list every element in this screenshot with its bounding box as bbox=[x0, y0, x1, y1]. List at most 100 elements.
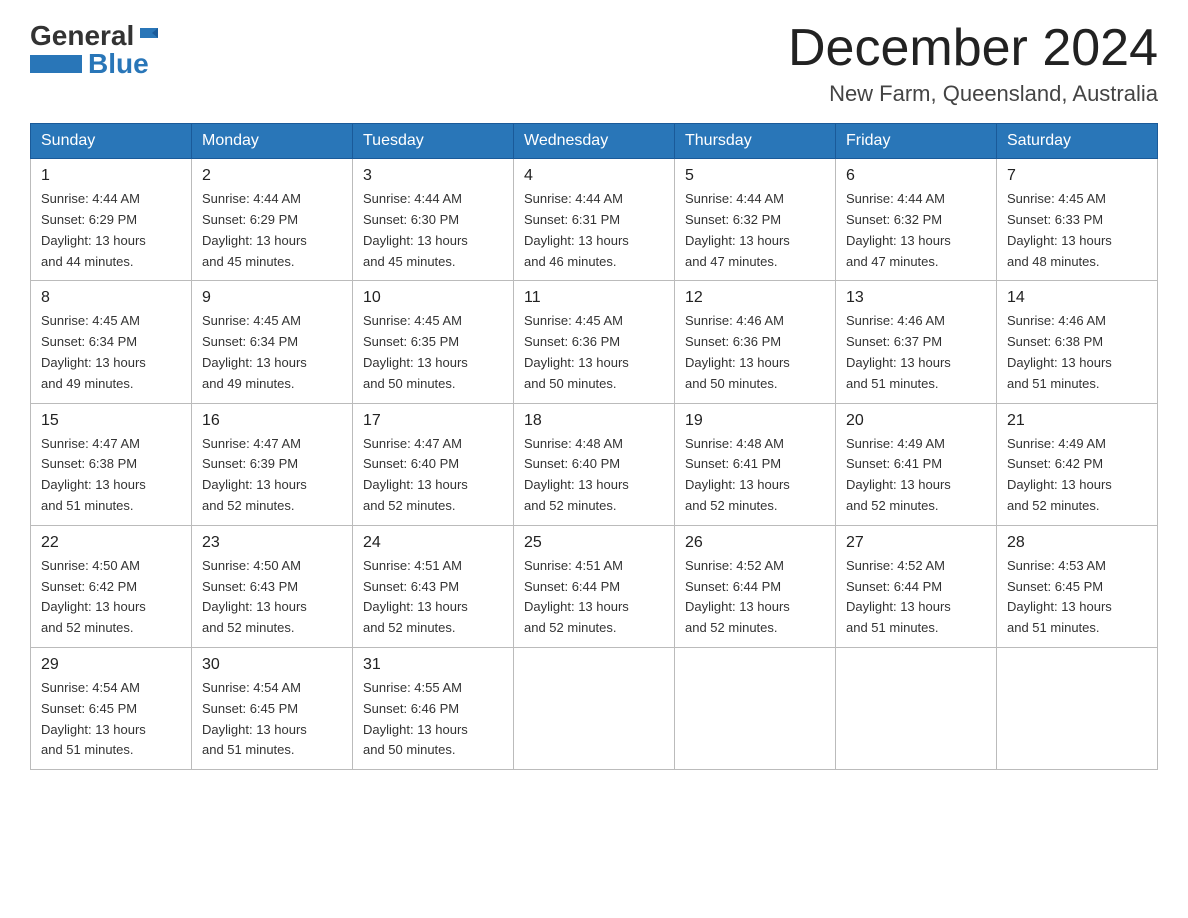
logo: General Blue bbox=[30, 20, 160, 80]
logo-flag bbox=[138, 24, 160, 51]
day-cell: 3 Sunrise: 4:44 AM Sunset: 6:30 PM Dayli… bbox=[353, 159, 514, 281]
day-cell bbox=[836, 647, 997, 769]
day-cell: 1 Sunrise: 4:44 AM Sunset: 6:29 PM Dayli… bbox=[31, 159, 192, 281]
day-cell: 30 Sunrise: 4:54 AM Sunset: 6:45 PM Dayl… bbox=[192, 647, 353, 769]
day-cell: 25 Sunrise: 4:51 AM Sunset: 6:44 PM Dayl… bbox=[514, 525, 675, 647]
day-cell: 6 Sunrise: 4:44 AM Sunset: 6:32 PM Dayli… bbox=[836, 159, 997, 281]
col-header-friday: Friday bbox=[836, 124, 997, 159]
day-number: 11 bbox=[524, 289, 664, 307]
day-number: 12 bbox=[685, 289, 825, 307]
day-number: 2 bbox=[202, 167, 342, 185]
day-cell: 31 Sunrise: 4:55 AM Sunset: 6:46 PM Dayl… bbox=[353, 647, 514, 769]
day-number: 5 bbox=[685, 167, 825, 185]
day-number: 16 bbox=[202, 412, 342, 430]
day-number: 27 bbox=[846, 534, 986, 552]
day-info: Sunrise: 4:52 AM Sunset: 6:44 PM Dayligh… bbox=[846, 556, 986, 639]
day-cell: 21 Sunrise: 4:49 AM Sunset: 6:42 PM Dayl… bbox=[997, 403, 1158, 525]
day-number: 26 bbox=[685, 534, 825, 552]
day-cell: 14 Sunrise: 4:46 AM Sunset: 6:38 PM Dayl… bbox=[997, 281, 1158, 403]
day-cell: 10 Sunrise: 4:45 AM Sunset: 6:35 PM Dayl… bbox=[353, 281, 514, 403]
day-info: Sunrise: 4:52 AM Sunset: 6:44 PM Dayligh… bbox=[685, 556, 825, 639]
day-number: 29 bbox=[41, 656, 181, 674]
day-number: 18 bbox=[524, 412, 664, 430]
day-cell bbox=[514, 647, 675, 769]
day-info: Sunrise: 4:45 AM Sunset: 6:34 PM Dayligh… bbox=[202, 311, 342, 394]
day-cell: 20 Sunrise: 4:49 AM Sunset: 6:41 PM Dayl… bbox=[836, 403, 997, 525]
day-info: Sunrise: 4:44 AM Sunset: 6:29 PM Dayligh… bbox=[41, 189, 181, 272]
day-number: 22 bbox=[41, 534, 181, 552]
day-info: Sunrise: 4:46 AM Sunset: 6:38 PM Dayligh… bbox=[1007, 311, 1147, 394]
day-cell: 17 Sunrise: 4:47 AM Sunset: 6:40 PM Dayl… bbox=[353, 403, 514, 525]
day-info: Sunrise: 4:50 AM Sunset: 6:43 PM Dayligh… bbox=[202, 556, 342, 639]
day-info: Sunrise: 4:47 AM Sunset: 6:40 PM Dayligh… bbox=[363, 434, 503, 517]
day-number: 15 bbox=[41, 412, 181, 430]
day-cell: 12 Sunrise: 4:46 AM Sunset: 6:36 PM Dayl… bbox=[675, 281, 836, 403]
day-info: Sunrise: 4:44 AM Sunset: 6:32 PM Dayligh… bbox=[846, 189, 986, 272]
day-info: Sunrise: 4:46 AM Sunset: 6:36 PM Dayligh… bbox=[685, 311, 825, 394]
day-info: Sunrise: 4:44 AM Sunset: 6:31 PM Dayligh… bbox=[524, 189, 664, 272]
day-info: Sunrise: 4:46 AM Sunset: 6:37 PM Dayligh… bbox=[846, 311, 986, 394]
day-number: 7 bbox=[1007, 167, 1147, 185]
day-number: 9 bbox=[202, 289, 342, 307]
col-header-thursday: Thursday bbox=[675, 124, 836, 159]
day-cell: 15 Sunrise: 4:47 AM Sunset: 6:38 PM Dayl… bbox=[31, 403, 192, 525]
col-header-wednesday: Wednesday bbox=[514, 124, 675, 159]
week-row-4: 22 Sunrise: 4:50 AM Sunset: 6:42 PM Dayl… bbox=[31, 525, 1158, 647]
day-cell: 7 Sunrise: 4:45 AM Sunset: 6:33 PM Dayli… bbox=[997, 159, 1158, 281]
day-cell: 29 Sunrise: 4:54 AM Sunset: 6:45 PM Dayl… bbox=[31, 647, 192, 769]
day-info: Sunrise: 4:45 AM Sunset: 6:34 PM Dayligh… bbox=[41, 311, 181, 394]
page-header: General Blue December 2024 New Farm, Que… bbox=[30, 20, 1158, 107]
day-cell: 18 Sunrise: 4:48 AM Sunset: 6:40 PM Dayl… bbox=[514, 403, 675, 525]
day-number: 4 bbox=[524, 167, 664, 185]
day-info: Sunrise: 4:50 AM Sunset: 6:42 PM Dayligh… bbox=[41, 556, 181, 639]
day-cell: 11 Sunrise: 4:45 AM Sunset: 6:36 PM Dayl… bbox=[514, 281, 675, 403]
day-cell: 27 Sunrise: 4:52 AM Sunset: 6:44 PM Dayl… bbox=[836, 525, 997, 647]
day-cell: 28 Sunrise: 4:53 AM Sunset: 6:45 PM Dayl… bbox=[997, 525, 1158, 647]
day-cell: 16 Sunrise: 4:47 AM Sunset: 6:39 PM Dayl… bbox=[192, 403, 353, 525]
day-info: Sunrise: 4:49 AM Sunset: 6:42 PM Dayligh… bbox=[1007, 434, 1147, 517]
day-cell: 2 Sunrise: 4:44 AM Sunset: 6:29 PM Dayli… bbox=[192, 159, 353, 281]
day-info: Sunrise: 4:44 AM Sunset: 6:29 PM Dayligh… bbox=[202, 189, 342, 272]
day-info: Sunrise: 4:44 AM Sunset: 6:30 PM Dayligh… bbox=[363, 189, 503, 272]
day-info: Sunrise: 4:45 AM Sunset: 6:35 PM Dayligh… bbox=[363, 311, 503, 394]
day-cell: 4 Sunrise: 4:44 AM Sunset: 6:31 PM Dayli… bbox=[514, 159, 675, 281]
day-number: 13 bbox=[846, 289, 986, 307]
day-number: 31 bbox=[363, 656, 503, 674]
day-info: Sunrise: 4:44 AM Sunset: 6:32 PM Dayligh… bbox=[685, 189, 825, 272]
day-number: 20 bbox=[846, 412, 986, 430]
day-info: Sunrise: 4:53 AM Sunset: 6:45 PM Dayligh… bbox=[1007, 556, 1147, 639]
day-info: Sunrise: 4:51 AM Sunset: 6:43 PM Dayligh… bbox=[363, 556, 503, 639]
day-number: 10 bbox=[363, 289, 503, 307]
day-cell: 26 Sunrise: 4:52 AM Sunset: 6:44 PM Dayl… bbox=[675, 525, 836, 647]
day-cell: 9 Sunrise: 4:45 AM Sunset: 6:34 PM Dayli… bbox=[192, 281, 353, 403]
day-info: Sunrise: 4:48 AM Sunset: 6:40 PM Dayligh… bbox=[524, 434, 664, 517]
day-cell: 23 Sunrise: 4:50 AM Sunset: 6:43 PM Dayl… bbox=[192, 525, 353, 647]
day-cell: 13 Sunrise: 4:46 AM Sunset: 6:37 PM Dayl… bbox=[836, 281, 997, 403]
col-header-sunday: Sunday bbox=[31, 124, 192, 159]
logo-blue-bar bbox=[30, 55, 82, 73]
day-number: 21 bbox=[1007, 412, 1147, 430]
day-info: Sunrise: 4:55 AM Sunset: 6:46 PM Dayligh… bbox=[363, 678, 503, 761]
day-cell: 8 Sunrise: 4:45 AM Sunset: 6:34 PM Dayli… bbox=[31, 281, 192, 403]
day-number: 8 bbox=[41, 289, 181, 307]
location-title: New Farm, Queensland, Australia bbox=[788, 81, 1158, 107]
week-row-5: 29 Sunrise: 4:54 AM Sunset: 6:45 PM Dayl… bbox=[31, 647, 1158, 769]
day-number: 25 bbox=[524, 534, 664, 552]
day-info: Sunrise: 4:47 AM Sunset: 6:39 PM Dayligh… bbox=[202, 434, 342, 517]
day-number: 14 bbox=[1007, 289, 1147, 307]
day-cell bbox=[997, 647, 1158, 769]
day-number: 6 bbox=[846, 167, 986, 185]
week-row-3: 15 Sunrise: 4:47 AM Sunset: 6:38 PM Dayl… bbox=[31, 403, 1158, 525]
day-info: Sunrise: 4:49 AM Sunset: 6:41 PM Dayligh… bbox=[846, 434, 986, 517]
day-cell: 24 Sunrise: 4:51 AM Sunset: 6:43 PM Dayl… bbox=[353, 525, 514, 647]
day-info: Sunrise: 4:45 AM Sunset: 6:36 PM Dayligh… bbox=[524, 311, 664, 394]
col-header-monday: Monday bbox=[192, 124, 353, 159]
day-number: 17 bbox=[363, 412, 503, 430]
day-number: 1 bbox=[41, 167, 181, 185]
day-info: Sunrise: 4:51 AM Sunset: 6:44 PM Dayligh… bbox=[524, 556, 664, 639]
day-number: 23 bbox=[202, 534, 342, 552]
week-row-1: 1 Sunrise: 4:44 AM Sunset: 6:29 PM Dayli… bbox=[31, 159, 1158, 281]
day-cell bbox=[675, 647, 836, 769]
day-info: Sunrise: 4:47 AM Sunset: 6:38 PM Dayligh… bbox=[41, 434, 181, 517]
col-header-saturday: Saturday bbox=[997, 124, 1158, 159]
